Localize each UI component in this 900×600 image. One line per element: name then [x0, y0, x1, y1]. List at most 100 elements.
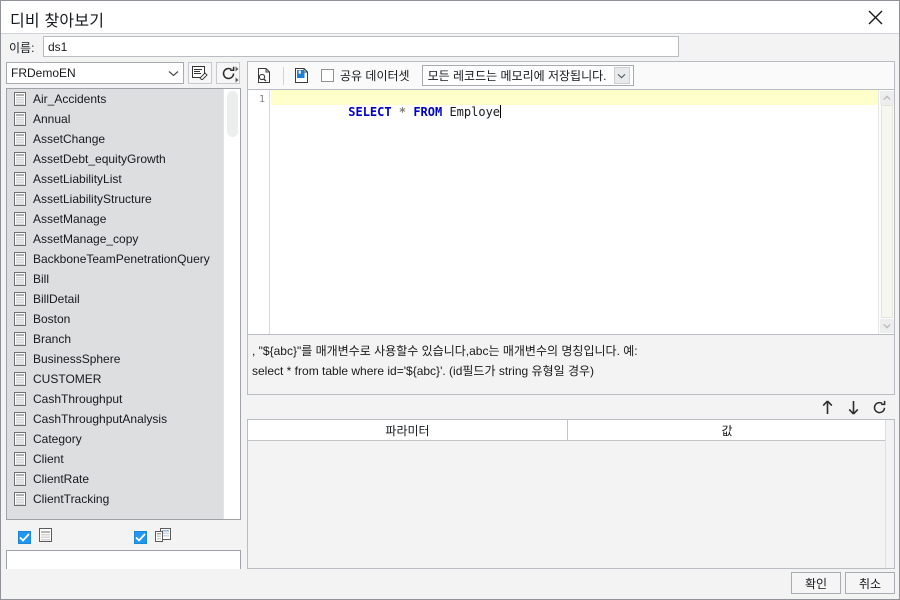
column-header-value[interactable]: 값 — [568, 420, 886, 440]
table-icon — [14, 332, 33, 346]
list-item-label: CashThroughput — [33, 392, 123, 406]
table-icon — [14, 492, 33, 506]
ok-button[interactable]: 확인 — [791, 572, 841, 594]
table-grid-icon — [39, 528, 54, 546]
arrow-up-icon[interactable] — [818, 398, 836, 416]
edit-connection-icon[interactable] — [188, 62, 212, 84]
cancel-button[interactable]: 취소 — [845, 572, 895, 594]
list-item[interactable]: Bill — [7, 269, 223, 289]
connection-select[interactable]: FRDemoEN — [6, 62, 184, 84]
name-input[interactable] — [43, 36, 679, 57]
list-item-label: AssetDebt_equityGrowth — [33, 152, 166, 166]
connection-selected-value: FRDemoEN — [11, 66, 76, 80]
list-item[interactable]: AssetLiabilityList — [7, 169, 223, 189]
tables-list[interactable]: Air_Accidents Annual AssetChange AssetDebt_… — [6, 88, 241, 520]
tables-list-scroll: Air_Accidents Annual AssetChange AssetDebt_… — [7, 89, 223, 519]
list-item[interactable]: Boston — [7, 309, 223, 329]
dialog-footer: 확인 취소 — [1, 569, 899, 599]
sql-token-from: FROM — [413, 105, 443, 119]
list-item-label: Air_Accidents — [33, 92, 107, 106]
list-item[interactable]: CashThroughput — [7, 389, 223, 409]
table-icon — [14, 192, 33, 206]
list-item[interactable]: AssetDebt_equityGrowth — [7, 149, 223, 169]
list-item[interactable]: BackboneTeamPenetrationQuery — [7, 249, 223, 269]
toolbar-separator — [283, 66, 284, 85]
table-icon — [14, 392, 33, 406]
close-icon[interactable] — [855, 3, 895, 31]
table-icon — [14, 252, 33, 266]
line-number-gutter: 1 — [248, 90, 270, 334]
list-item[interactable]: AssetLiabilityStructure — [7, 189, 223, 209]
refresh-icon[interactable] — [870, 398, 888, 416]
list-item[interactable]: Annual — [7, 109, 223, 129]
table-icon — [14, 372, 33, 386]
list-item[interactable]: Air_Accidents — [7, 89, 223, 109]
show-tables-filter[interactable] — [18, 528, 54, 546]
panel-splitter[interactable] — [241, 61, 246, 569]
sql-toolbar: 공유 데이터셋 모든 레코드는 메모리에 저장됩니다. — [247, 61, 895, 89]
memory-storage-select[interactable]: 모든 레코드는 메모리에 저장됩니다. — [421, 65, 634, 86]
splitter-arrows-icon[interactable] — [233, 63, 241, 85]
name-label: 이름: — [9, 41, 35, 55]
arrow-down-icon[interactable] — [844, 398, 862, 416]
show-views-checkbox[interactable] — [134, 530, 147, 544]
sql-token-table: Employe — [449, 105, 501, 119]
table-icon — [14, 472, 33, 486]
list-item-label: AssetChange — [33, 132, 106, 146]
save-document-icon[interactable] — [289, 64, 315, 88]
scroll-down-icon[interactable] — [880, 319, 894, 333]
tables-list-scrollbar[interactable] — [223, 89, 240, 519]
list-item[interactable]: AssetManage_copy — [7, 229, 223, 249]
sql-code-area[interactable]: SELECT * FROM Employe — [271, 90, 879, 334]
show-tables-checkbox[interactable] — [18, 530, 31, 544]
list-item-label: Bill — [33, 272, 50, 286]
list-item-label: CashThroughputAnalysis — [33, 412, 168, 426]
list-item[interactable]: Category — [7, 429, 223, 449]
shared-dataset-box[interactable] — [321, 69, 334, 82]
parameter-table-body[interactable] — [248, 441, 894, 568]
table-icon — [14, 412, 33, 426]
sql-code-line[interactable]: SELECT * FROM Employe — [271, 90, 879, 119]
table-icon — [14, 112, 33, 126]
list-item-label: Branch — [33, 332, 72, 346]
table-icon — [14, 232, 33, 246]
list-item-label: ClientRate — [33, 472, 90, 486]
list-item[interactable]: BusinessSphere — [7, 349, 223, 369]
table-icon — [14, 212, 33, 226]
table-icon — [14, 352, 33, 366]
list-item[interactable]: Client — [7, 449, 223, 469]
table-icon — [14, 312, 33, 326]
page-title: 디비 찾아보기 — [10, 13, 105, 30]
chevron-down-icon — [167, 67, 179, 79]
tables-list-scroll-thumb[interactable] — [227, 91, 238, 137]
sql-editor[interactable]: 1 SELECT * FROM Employe — [247, 89, 895, 335]
title-bar: 디비 찾아보기 — [1, 1, 899, 34]
sql-editor-scrollbar[interactable] — [878, 90, 894, 334]
list-item-label: BusinessSphere — [33, 352, 121, 366]
list-item[interactable]: AssetManage — [7, 209, 223, 229]
table-icon — [14, 172, 33, 186]
table-icon — [14, 432, 33, 446]
list-item[interactable]: CUSTOMER — [7, 369, 223, 389]
list-item[interactable]: CashThroughputAnalysis — [7, 409, 223, 429]
list-item[interactable]: Branch — [7, 329, 223, 349]
list-item[interactable]: BillDetail — [7, 289, 223, 309]
preview-document-icon[interactable] — [252, 64, 278, 88]
shared-dataset-checkbox[interactable]: 공유 데이터셋 — [321, 67, 410, 84]
show-views-filter[interactable] — [134, 528, 171, 546]
parameter-table[interactable]: 파라미터 값 — [247, 419, 895, 569]
name-row: 이름: — [1, 34, 899, 60]
list-item[interactable]: ClientRate — [7, 469, 223, 489]
sql-editor-scroll-track[interactable] — [881, 105, 893, 318]
table-icon — [14, 132, 33, 146]
column-header-parameter[interactable]: 파라미터 — [248, 420, 568, 440]
line-number: 1 — [258, 94, 265, 105]
chevron-down-icon — [613, 67, 630, 84]
hint-line-2: select * from table where id='${abc}'. (… — [252, 364, 595, 378]
table-icon — [14, 152, 33, 166]
scroll-up-icon[interactable] — [880, 91, 894, 105]
table-icon — [14, 92, 33, 106]
parameter-table-scrollbar[interactable] — [885, 420, 894, 568]
list-item[interactable]: ClientTracking — [7, 489, 223, 509]
list-item[interactable]: AssetChange — [7, 129, 223, 149]
